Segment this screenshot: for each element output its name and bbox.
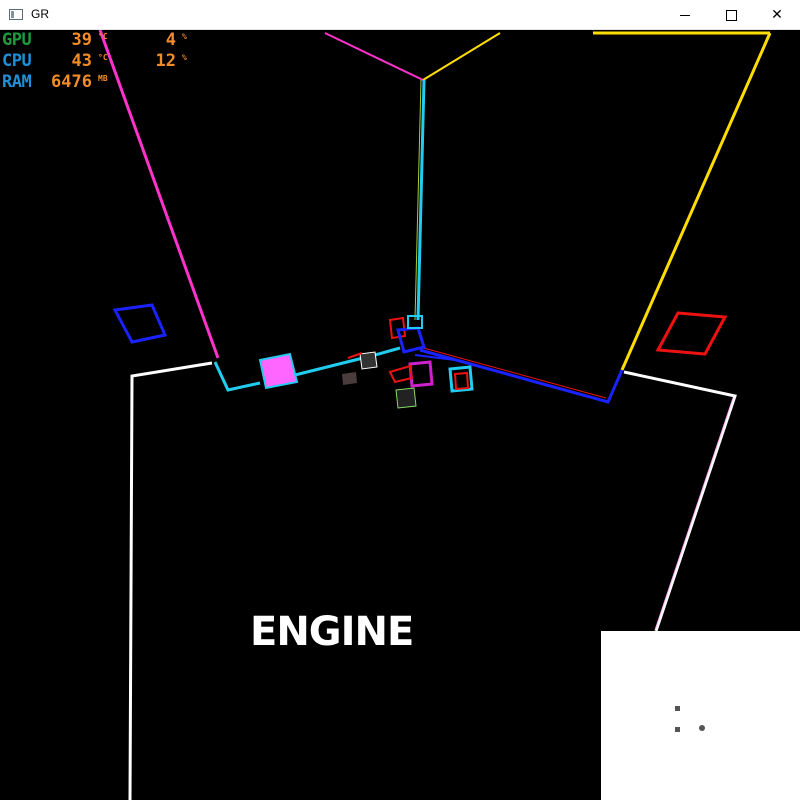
- floor-edge-cyan: [213, 361, 261, 392]
- object-red-shape: [388, 364, 414, 384]
- maximize-button[interactable]: [708, 0, 754, 30]
- minimize-button[interactable]: [662, 0, 708, 30]
- gpu-load: 4: [165, 30, 176, 50]
- ram-value: 6476: [51, 72, 92, 92]
- gpu-load-unit: %: [182, 32, 187, 41]
- object-magenta-box: [408, 360, 434, 388]
- close-button[interactable]: ✕: [754, 0, 800, 30]
- hud-gpu-row: GPU 39 °C 4 %: [2, 30, 192, 52]
- floor-edge-cyan-2: [294, 346, 401, 377]
- ceiling-edge-yellow: [422, 32, 501, 81]
- minimize-icon: [680, 14, 690, 16]
- frame-red-right: [655, 311, 728, 356]
- ram-label: RAM: [2, 72, 32, 92]
- minimap[interactable]: [601, 631, 800, 800]
- title-bar[interactable]: GR ✕: [0, 0, 800, 30]
- gpu-temp-unit: °C: [98, 32, 108, 41]
- object-red-box: [388, 316, 407, 340]
- hud-cpu-row: CPU 43 °C 12 %: [2, 51, 192, 73]
- object-white-cube: [359, 351, 378, 370]
- cpu-load-unit: %: [182, 53, 187, 62]
- floor-edge-red: [419, 346, 607, 399]
- minimap-player-marker: [699, 725, 705, 731]
- cpu-label: CPU: [2, 51, 32, 71]
- platform-edge-white-left: [128, 361, 213, 800]
- object-magenta-cube: [258, 352, 299, 390]
- minimap-marker: [675, 727, 680, 732]
- gpu-temp: 39: [71, 30, 92, 50]
- hud-ram-row: RAM 6476 MB: [2, 72, 192, 94]
- close-icon: ✕: [771, 7, 783, 23]
- object-green-cube: [395, 387, 417, 409]
- corner-edge-green: [416, 79, 426, 321]
- ceiling-edge-magenta: [324, 32, 424, 81]
- cpu-temp: 43: [71, 51, 92, 71]
- cpu-temp-unit: °C: [98, 53, 108, 62]
- ram-unit: MB: [98, 74, 108, 83]
- cpu-load: 12: [155, 51, 176, 71]
- maximize-icon: [725, 9, 737, 21]
- minimap-marker: [675, 706, 680, 711]
- object-dark-block: [342, 372, 357, 385]
- gpu-label: GPU: [2, 30, 32, 50]
- engine-overlay-text: ENGINE: [250, 609, 414, 655]
- performance-overlay: GPU 39 °C 4 % CPU 43 °C 12 % RAM 6476 MB: [2, 30, 192, 96]
- object-red-box-2: [453, 371, 470, 391]
- wall-edge-yellow: [620, 32, 772, 371]
- game-window: GR ✕ GPU 39 °C 4 % CPU 43 °C 12 % RAM 64…: [0, 0, 800, 800]
- app-window-icon: [9, 9, 23, 20]
- platform-edge-pink-right: [654, 397, 734, 631]
- window-title: GR: [31, 7, 49, 21]
- platform-edge-white-right: [623, 370, 737, 632]
- object-blue-cube: [396, 326, 426, 354]
- frame-blue-left: [112, 303, 168, 344]
